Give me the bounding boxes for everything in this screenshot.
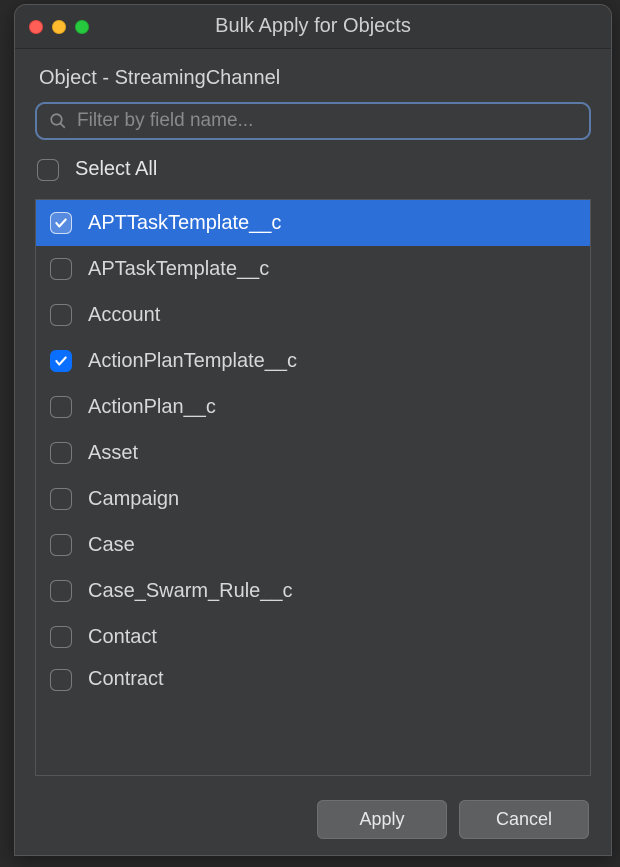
list-item-checkbox[interactable] [50, 258, 72, 280]
list-item-checkbox[interactable] [50, 304, 72, 326]
list-item-label: Case_Swarm_Rule__c [88, 580, 293, 603]
list-item-label: Asset [88, 442, 138, 465]
list-item-checkbox[interactable] [50, 488, 72, 510]
traffic-lights [15, 20, 89, 34]
select-all-label: Select All [75, 158, 157, 181]
cancel-button[interactable]: Cancel [459, 800, 589, 839]
list-item-checkbox[interactable] [50, 396, 72, 418]
button-row: Apply Cancel [15, 788, 611, 855]
check-icon [54, 354, 68, 368]
list-item[interactable]: Campaign [36, 476, 590, 522]
list-item-label: ActionPlan__c [88, 396, 216, 419]
content-area: Object - StreamingChannel Select All APT… [15, 49, 611, 788]
search-icon [49, 112, 67, 130]
list-item[interactable]: Contract [36, 660, 590, 691]
search-input[interactable] [77, 110, 577, 132]
list-item-label: Case [88, 534, 135, 557]
search-box[interactable] [35, 102, 591, 140]
apply-button[interactable]: Apply [317, 800, 447, 839]
field-list[interactable]: APTTaskTemplate__c APTaskTemplate__c Accou… [35, 199, 591, 776]
list-item-label: Campaign [88, 488, 179, 511]
list-item[interactable]: APTaskTemplate__c [36, 246, 590, 292]
maximize-icon[interactable] [75, 20, 89, 34]
list-item[interactable]: APTTaskTemplate__c [36, 200, 590, 246]
list-item-checkbox[interactable] [50, 350, 72, 372]
object-subtitle: Object - StreamingChannel [35, 67, 591, 90]
list-item[interactable]: ActionPlanTemplate__c [36, 338, 590, 384]
list-item[interactable]: ActionPlan__c [36, 384, 590, 430]
list-item-label: APTaskTemplate__c [88, 258, 269, 281]
list-item-checkbox[interactable] [50, 212, 72, 234]
list-item[interactable]: Case_Swarm_Rule__c [36, 568, 590, 614]
list-item[interactable]: Asset [36, 430, 590, 476]
list-item-checkbox[interactable] [50, 442, 72, 464]
list-item-label: APTTaskTemplate__c [88, 212, 281, 235]
list-item-label: Contact [88, 626, 157, 649]
dialog-window: Bulk Apply for Objects Object - Streamin… [14, 4, 612, 856]
close-icon[interactable] [29, 20, 43, 34]
select-all-row[interactable]: Select All [35, 152, 591, 187]
list-item-label: Account [88, 304, 160, 327]
list-item-checkbox[interactable] [50, 626, 72, 648]
select-all-checkbox[interactable] [37, 159, 59, 181]
check-icon [54, 216, 68, 230]
list-item[interactable]: Account [36, 292, 590, 338]
list-item-label: ActionPlanTemplate__c [88, 350, 297, 373]
list-item-label: Contract [88, 668, 164, 691]
titlebar: Bulk Apply for Objects [15, 5, 611, 49]
list-item-checkbox[interactable] [50, 669, 72, 691]
minimize-icon[interactable] [52, 20, 66, 34]
list-item-checkbox[interactable] [50, 534, 72, 556]
list-item[interactable]: Contact [36, 614, 590, 660]
window-title: Bulk Apply for Objects [215, 15, 411, 38]
list-item-checkbox[interactable] [50, 580, 72, 602]
list-item[interactable]: Case [36, 522, 590, 568]
